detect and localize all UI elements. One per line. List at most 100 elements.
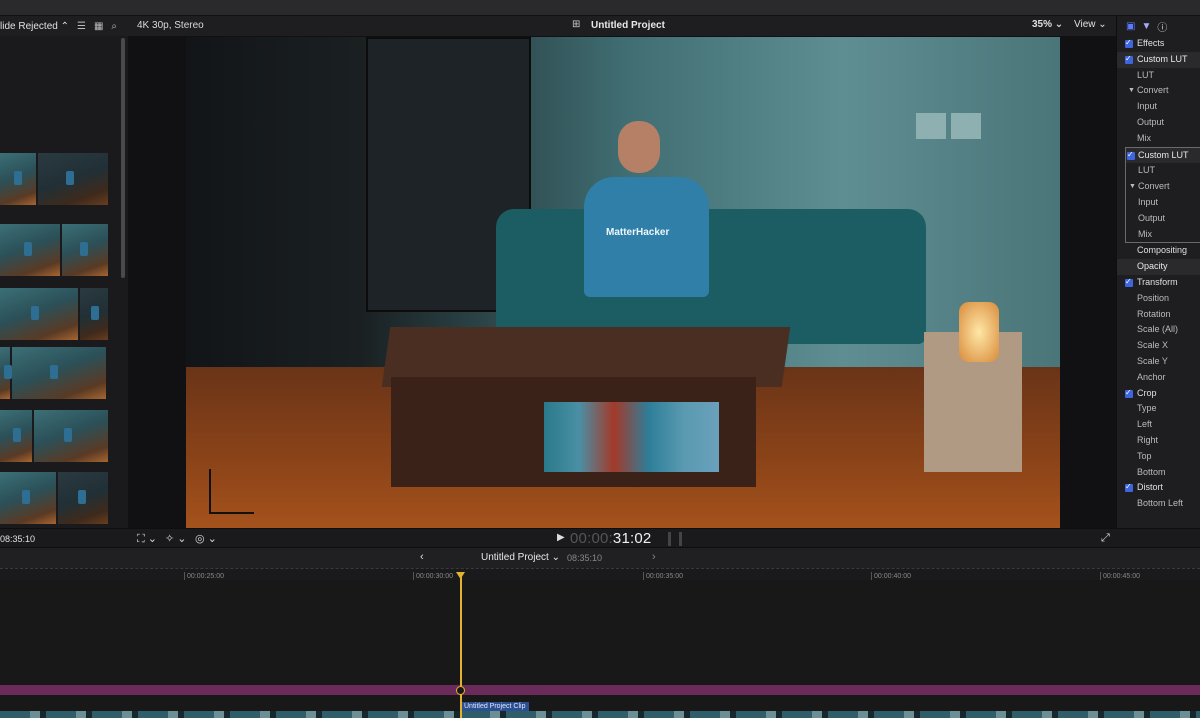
filmstrip-icon[interactable]: ▦	[94, 21, 103, 32]
inspector-row-output[interactable]: Output	[1117, 115, 1200, 131]
clip-thumbnail[interactable]	[62, 224, 108, 276]
inspector-row-scale-x[interactable]: Scale X	[1117, 338, 1200, 354]
clip-row[interactable]	[0, 347, 110, 399]
clip-row[interactable]	[0, 472, 110, 524]
back-arrow-icon[interactable]: ‹	[420, 551, 424, 563]
inspector-row-input[interactable]: Input	[1126, 195, 1200, 211]
inspector-row-rotation[interactable]: Rotation	[1117, 307, 1200, 323]
clip-thumbnail[interactable]	[0, 410, 32, 462]
timeline-project-length: 08:35:10	[567, 553, 603, 563]
retime-icon[interactable]: ◎ ⌄	[195, 532, 217, 545]
fullscreen-icon[interactable]: ⤢	[1101, 532, 1110, 545]
timeline-body[interactable]: Untitled Project Clip	[0, 580, 1200, 718]
play-icon[interactable]: ▶	[557, 532, 565, 543]
inspector-row-effects[interactable]: Effects	[1117, 36, 1200, 52]
inspector-row-bottom[interactable]: Bottom	[1117, 465, 1200, 481]
checkbox-icon[interactable]	[1127, 148, 1135, 162]
inspector-row-scale-all[interactable]: Scale (All)	[1117, 322, 1200, 338]
inspector-row-convert[interactable]: ▼ Convert	[1126, 179, 1200, 195]
clip-label[interactable]: Untitled Project Clip	[462, 702, 530, 711]
checkbox-icon[interactable]	[1125, 275, 1133, 290]
view-label: View	[1074, 19, 1096, 30]
clip-row[interactable]	[0, 153, 110, 205]
clip-row[interactable]	[0, 224, 110, 276]
playhead-marker[interactable]	[456, 686, 465, 695]
video-inspector-icon[interactable]: ▣	[1126, 21, 1135, 32]
audio-track[interactable]	[0, 685, 1200, 695]
inspector-row-position[interactable]: Position	[1117, 291, 1200, 307]
search-icon[interactable]: ⌕	[111, 21, 117, 32]
inspector-row-custom-lut[interactable]: Custom LUT	[1126, 147, 1200, 164]
viewer-control-bar: 08:35:10 ⛶ ⌄ ✧ ⌄ ◎ ⌄ ▶ 00:00:31:02 ⤢	[0, 528, 1200, 548]
clip-thumbnail[interactable]	[0, 224, 60, 276]
browser-scrollbar[interactable]	[121, 38, 125, 278]
disclosure-triangle-icon[interactable]: ▼	[1129, 179, 1136, 195]
info-icon[interactable]: ⓘ	[1157, 19, 1167, 34]
inspector-row-convert[interactable]: ▼ Convert	[1117, 83, 1200, 99]
list-view-icon[interactable]: ☰	[77, 21, 86, 32]
zoom-popup[interactable]: 35% ⌄	[1032, 19, 1063, 30]
forward-arrow-icon[interactable]: ›	[652, 551, 656, 563]
inspector-row-label: Custom LUT	[1137, 53, 1188, 64]
inspector-row-crop[interactable]: Crop	[1117, 386, 1200, 402]
transform-icon[interactable]: ⛶ ⌄	[137, 532, 157, 546]
checkbox-icon[interactable]	[1125, 52, 1133, 67]
inspector-row-anchor[interactable]: Anchor	[1117, 370, 1200, 386]
inspector-row-scale-y[interactable]: Scale Y	[1117, 354, 1200, 370]
inspector-row-transform[interactable]: Transform	[1117, 275, 1200, 291]
inspector-row-bottom-left[interactable]: Bottom Left	[1117, 496, 1200, 512]
clip-thumbnail[interactable]	[0, 153, 36, 205]
scene-person-head	[618, 121, 660, 173]
inspector-row-type[interactable]: Type	[1117, 401, 1200, 417]
clip-thumbnail[interactable]	[0, 347, 12, 399]
enhance-wand-icon[interactable]: ✧ ⌄	[165, 532, 187, 545]
inspector-row-label: Right	[1137, 434, 1159, 445]
timeline-ruler[interactable]: 00:00:25:00 00:00:30:00 00:00:35:00 00:0…	[0, 568, 1200, 581]
inspector-row-lut[interactable]: LUT	[1117, 68, 1200, 84]
timeline-project-name: Untitled Project	[481, 552, 549, 563]
inspector-row-mix[interactable]: Mix	[1117, 131, 1200, 147]
clip-thumbnail[interactable]	[0, 472, 56, 524]
clip-label-text: Untitled Project Clip	[464, 703, 526, 710]
timeline-project-popup[interactable]: Untitled Project ⌄	[481, 552, 560, 563]
clip-row[interactable]	[0, 410, 110, 462]
clip-thumbnail[interactable]	[58, 472, 108, 524]
inspector-row-top[interactable]: Top	[1117, 449, 1200, 465]
inspector-row-compositing[interactable]: Compositing	[1117, 243, 1200, 259]
viewer-panel: MatterHacker	[128, 36, 1116, 528]
inspector-row-output[interactable]: Output	[1126, 211, 1200, 227]
format-label: 4K 30p, Stereo	[137, 20, 204, 31]
inspector-row-opacity[interactable]: Opacity	[1117, 259, 1200, 275]
inspector-row-label: Input	[1137, 101, 1158, 112]
timecode-dim: 00:00:	[570, 530, 613, 547]
selected-effect-group[interactable]: Custom LUTLUT▼ConvertInputOutputMix	[1125, 146, 1200, 244]
inspector-row-right[interactable]: Right	[1117, 433, 1200, 449]
checkbox-icon[interactable]	[1125, 480, 1133, 495]
filter-icon[interactable]: ▼	[1141, 21, 1151, 32]
playhead[interactable]	[460, 572, 462, 718]
video-frame[interactable]: MatterHacker	[186, 37, 1060, 528]
inspector-row-label: LUT	[1137, 69, 1155, 80]
inspector-row-mix[interactable]: Mix	[1126, 227, 1200, 243]
clip-thumbnail[interactable]	[34, 410, 108, 462]
timecode-live: 31:02	[612, 530, 652, 547]
view-popup[interactable]: View ⌄	[1074, 19, 1107, 30]
inspector-row-left[interactable]: Left	[1117, 417, 1200, 433]
timecode-display[interactable]: 00:00:31:02	[570, 530, 651, 547]
inspector-row-custom-lut[interactable]: Custom LUT	[1117, 51, 1200, 68]
inspector-row-distort[interactable]: Distort	[1117, 480, 1200, 496]
clip-thumbnail[interactable]	[12, 347, 106, 399]
browser-duration: 08:35:10	[0, 534, 36, 544]
video-clip-filmstrip[interactable]	[0, 711, 1200, 718]
clip-thumbnail[interactable]	[0, 288, 78, 340]
disclosure-triangle-icon[interactable]: ▼	[1128, 83, 1135, 99]
checkbox-icon[interactable]	[1125, 36, 1133, 51]
browser-filter-popup[interactable]: lide Rejected ⌃	[0, 21, 69, 32]
checkbox-icon[interactable]	[1125, 386, 1133, 400]
inspector-row-lut[interactable]: LUT	[1126, 163, 1200, 179]
clip-row[interactable]	[0, 288, 110, 340]
timeline-header: ‹ Untitled Project ⌄ 08:35:10 ›	[0, 548, 1200, 568]
inspector-row-input[interactable]: Input	[1117, 99, 1200, 115]
clip-thumbnail[interactable]	[80, 288, 108, 340]
clip-thumbnail[interactable]	[38, 153, 108, 205]
